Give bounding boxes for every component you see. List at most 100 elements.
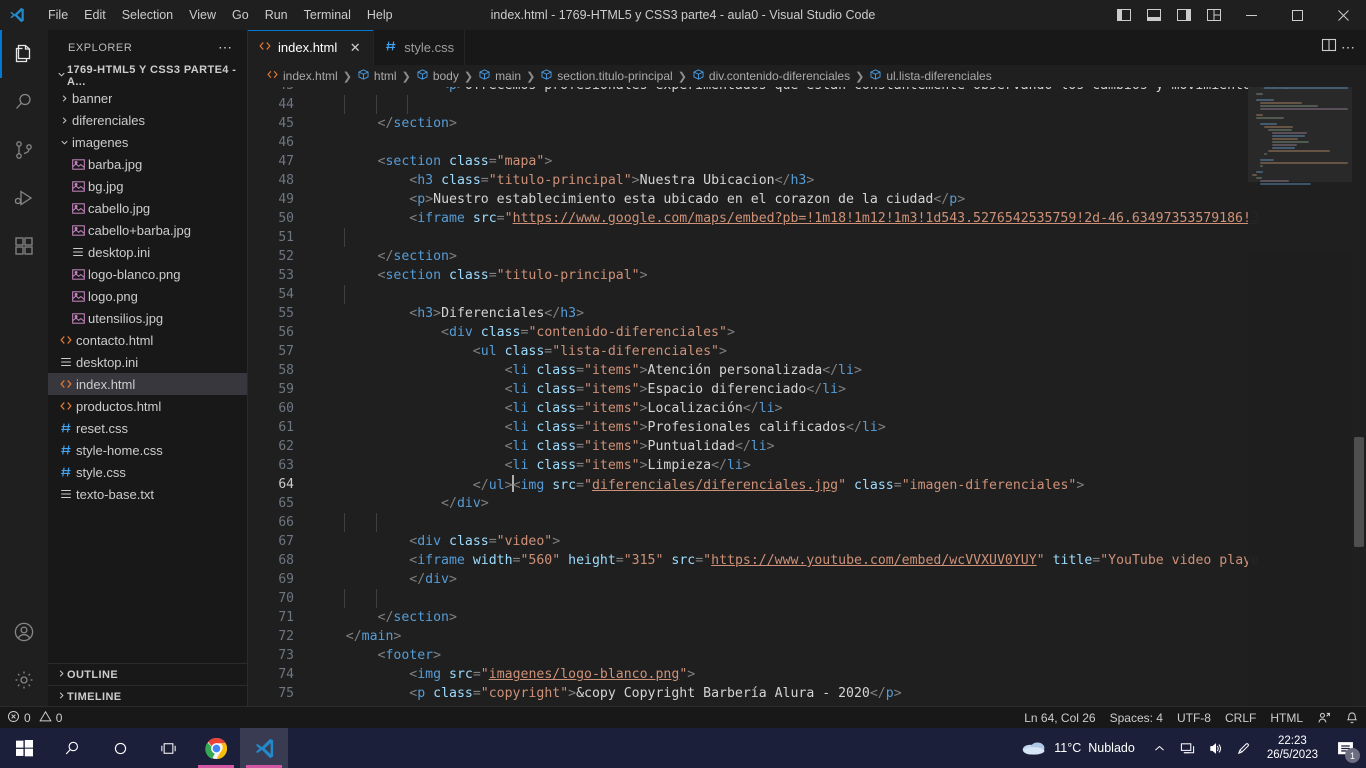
code-line[interactable]: 65 </div> bbox=[248, 494, 1366, 513]
problems-status[interactable]: 0 0 bbox=[0, 707, 69, 729]
accounts-icon[interactable] bbox=[0, 608, 48, 656]
breadcrumb-item-file[interactable]: index.html bbox=[266, 68, 338, 84]
code-line[interactable]: 48 <h3 class="titulo-principal">Nuestra … bbox=[248, 171, 1366, 190]
search-icon[interactable] bbox=[48, 728, 96, 768]
tree-folder-banner[interactable]: banner bbox=[48, 87, 247, 109]
tree-file-logo-blanco-png[interactable]: logo-blanco.png bbox=[48, 263, 247, 285]
code-line[interactable]: 75 <p class="copyright">&copy Copyright … bbox=[248, 684, 1366, 703]
code-line[interactable]: 54 bbox=[248, 285, 1366, 304]
volume-icon[interactable] bbox=[1203, 728, 1229, 768]
tree-file-desktop-ini[interactable]: desktop.ini bbox=[48, 351, 247, 373]
code-line[interactable]: 67 <div class="video"> bbox=[248, 532, 1366, 551]
breadcrumb-item-div[interactable]: div.contenido-diferenciales bbox=[692, 68, 850, 84]
customize-layout-icon[interactable] bbox=[1200, 0, 1228, 30]
tree-folder-imagenes[interactable]: imagenes bbox=[48, 131, 247, 153]
bell-icon[interactable] bbox=[1338, 707, 1366, 729]
toggle-panel-icon[interactable] bbox=[1140, 0, 1168, 30]
tree-file-utensilios-jpg[interactable]: utensilios.jpg bbox=[48, 307, 247, 329]
tree-file-logo-png[interactable]: logo.png bbox=[48, 285, 247, 307]
scrollbar-thumb[interactable] bbox=[1354, 437, 1364, 547]
explorer-icon[interactable] bbox=[0, 30, 48, 78]
tree-file-cabello-barba-jpg[interactable]: cabello+barba.jpg bbox=[48, 219, 247, 241]
minimap-slider[interactable] bbox=[1248, 87, 1352, 182]
breadcrumb-item-ul[interactable]: ul.lista-diferenciales bbox=[869, 68, 992, 84]
toggle-secondary-sidebar-icon[interactable] bbox=[1170, 0, 1198, 30]
manage-gear-icon[interactable] bbox=[0, 656, 48, 704]
minimap[interactable] bbox=[1248, 87, 1352, 708]
extensions-icon[interactable] bbox=[0, 222, 48, 270]
code-line[interactable]: 52 </section> bbox=[248, 247, 1366, 266]
network-icon[interactable] bbox=[1175, 728, 1201, 768]
split-editor-icon[interactable] bbox=[1321, 37, 1337, 58]
tree-folder-diferenciales[interactable]: diferenciales bbox=[48, 109, 247, 131]
tree-file-contacto-html[interactable]: contacto.html bbox=[48, 329, 247, 351]
minimize-button[interactable] bbox=[1228, 0, 1274, 30]
eol-setting[interactable]: CRLF bbox=[1218, 707, 1263, 729]
search-icon[interactable] bbox=[0, 78, 48, 126]
cursor-position[interactable]: Ln 64, Col 26 bbox=[1017, 707, 1102, 729]
code-line[interactable]: 70 bbox=[248, 589, 1366, 608]
code-line[interactable]: 62 <li class="items">Puntualidad</li> bbox=[248, 437, 1366, 456]
code-line[interactable]: 58 <li class="items">Atención personaliz… bbox=[248, 361, 1366, 380]
code-line[interactable]: 61 <li class="items">Profesionales calif… bbox=[248, 418, 1366, 437]
tree-file-bg-jpg[interactable]: bg.jpg bbox=[48, 175, 247, 197]
code-line[interactable]: 60 <li class="items">Localización</li> bbox=[248, 399, 1366, 418]
tree-file-productos-html[interactable]: productos.html bbox=[48, 395, 247, 417]
close-icon[interactable]: ✕ bbox=[347, 40, 363, 56]
code-line[interactable]: 56 <div class="contenido-diferenciales"> bbox=[248, 323, 1366, 342]
sidebar-section-outline[interactable]: OUTLINE bbox=[48, 664, 247, 686]
clock[interactable]: 22:23 26/5/2023 bbox=[1259, 734, 1326, 762]
code-line[interactable]: 57 <ul class="lista-diferenciales"> bbox=[248, 342, 1366, 361]
editor-vertical-scrollbar[interactable] bbox=[1352, 87, 1366, 708]
tree-file-reset-css[interactable]: reset.css bbox=[48, 417, 247, 439]
code-line[interactable]: 49 <p>Nuestro establecimiento esta ubica… bbox=[248, 190, 1366, 209]
encoding-setting[interactable]: UTF-8 bbox=[1170, 707, 1218, 729]
code-line[interactable]: 47 <section class="mapa"> bbox=[248, 152, 1366, 171]
code-line[interactable]: 59 <li class="items">Espacio diferenciad… bbox=[248, 380, 1366, 399]
menu-view[interactable]: View bbox=[181, 4, 224, 26]
sidebar-more-actions-icon[interactable]: ⋯ bbox=[212, 39, 239, 56]
breadcrumb-item-main[interactable]: main bbox=[478, 68, 521, 84]
code-line[interactable]: 72 </main> bbox=[248, 627, 1366, 646]
chevron-up-icon[interactable] bbox=[1147, 728, 1173, 768]
tree-file-cabello-jpg[interactable]: cabello.jpg bbox=[48, 197, 247, 219]
code-editor[interactable]: 43 <p>Ofrecemos profesionales experiment… bbox=[248, 87, 1366, 708]
feedback-icon[interactable] bbox=[1310, 707, 1338, 729]
code-line[interactable]: 64 </ul><img src="diferenciales/diferenc… bbox=[248, 475, 1366, 494]
sidebar-section-timeline[interactable]: TIMELINE bbox=[48, 686, 247, 708]
more-actions-icon[interactable]: ⋯ bbox=[1341, 39, 1356, 56]
code-line[interactable]: 53 <section class="titulo-principal"> bbox=[248, 266, 1366, 285]
breadcrumb-item-section[interactable]: section.titulo-principal bbox=[540, 68, 673, 84]
source-control-icon[interactable] bbox=[0, 126, 48, 174]
indentation-setting[interactable]: Spaces: 4 bbox=[1103, 707, 1170, 729]
windows-start-icon[interactable] bbox=[0, 728, 48, 768]
tab-index-html[interactable]: index.html ✕ bbox=[248, 30, 375, 65]
menu-help[interactable]: Help bbox=[359, 4, 401, 26]
menu-run[interactable]: Run bbox=[257, 4, 296, 26]
run-debug-icon[interactable] bbox=[0, 174, 48, 222]
menu-terminal[interactable]: Terminal bbox=[296, 4, 359, 26]
code-line[interactable]: 55 <h3>Diferenciales</h3> bbox=[248, 304, 1366, 323]
file-tree[interactable]: 1769-HTML5 Y CSS3 PARTE4 - A... banner di… bbox=[48, 65, 247, 663]
code-line[interactable]: 68 <iframe width="560" height="315" src=… bbox=[248, 551, 1366, 570]
tree-file-style-css[interactable]: style.css bbox=[48, 461, 247, 483]
breadcrumb-item-html[interactable]: html bbox=[357, 68, 397, 84]
code-line[interactable]: 46 bbox=[248, 133, 1366, 152]
tree-file-style-home-css[interactable]: style-home.css bbox=[48, 439, 247, 461]
menu-edit[interactable]: Edit bbox=[76, 4, 114, 26]
toggle-primary-sidebar-icon[interactable] bbox=[1110, 0, 1138, 30]
breadcrumb-item-body[interactable]: body bbox=[416, 68, 459, 84]
tab-style-css[interactable]: style.css bbox=[374, 30, 466, 65]
tree-file-texto-base-txt[interactable]: texto-base.txt bbox=[48, 483, 247, 505]
weather-widget[interactable]: 11°C Nublado bbox=[1011, 738, 1145, 759]
menu-selection[interactable]: Selection bbox=[114, 4, 181, 26]
task-view-icon[interactable] bbox=[144, 728, 192, 768]
code-line[interactable]: 43 <p>Ofrecemos profesionales experiment… bbox=[248, 87, 1366, 95]
code-line[interactable]: 66 bbox=[248, 513, 1366, 532]
cortana-icon[interactable] bbox=[96, 728, 144, 768]
workspace-root-row[interactable]: 1769-HTML5 Y CSS3 PARTE4 - A... bbox=[48, 65, 247, 88]
vscode-icon[interactable] bbox=[240, 728, 288, 768]
tree-file-index-html[interactable]: index.html bbox=[48, 373, 247, 395]
chrome-icon[interactable] bbox=[192, 728, 240, 768]
code-line[interactable]: 50 <iframe src="https://www.google.com/m… bbox=[248, 209, 1366, 228]
